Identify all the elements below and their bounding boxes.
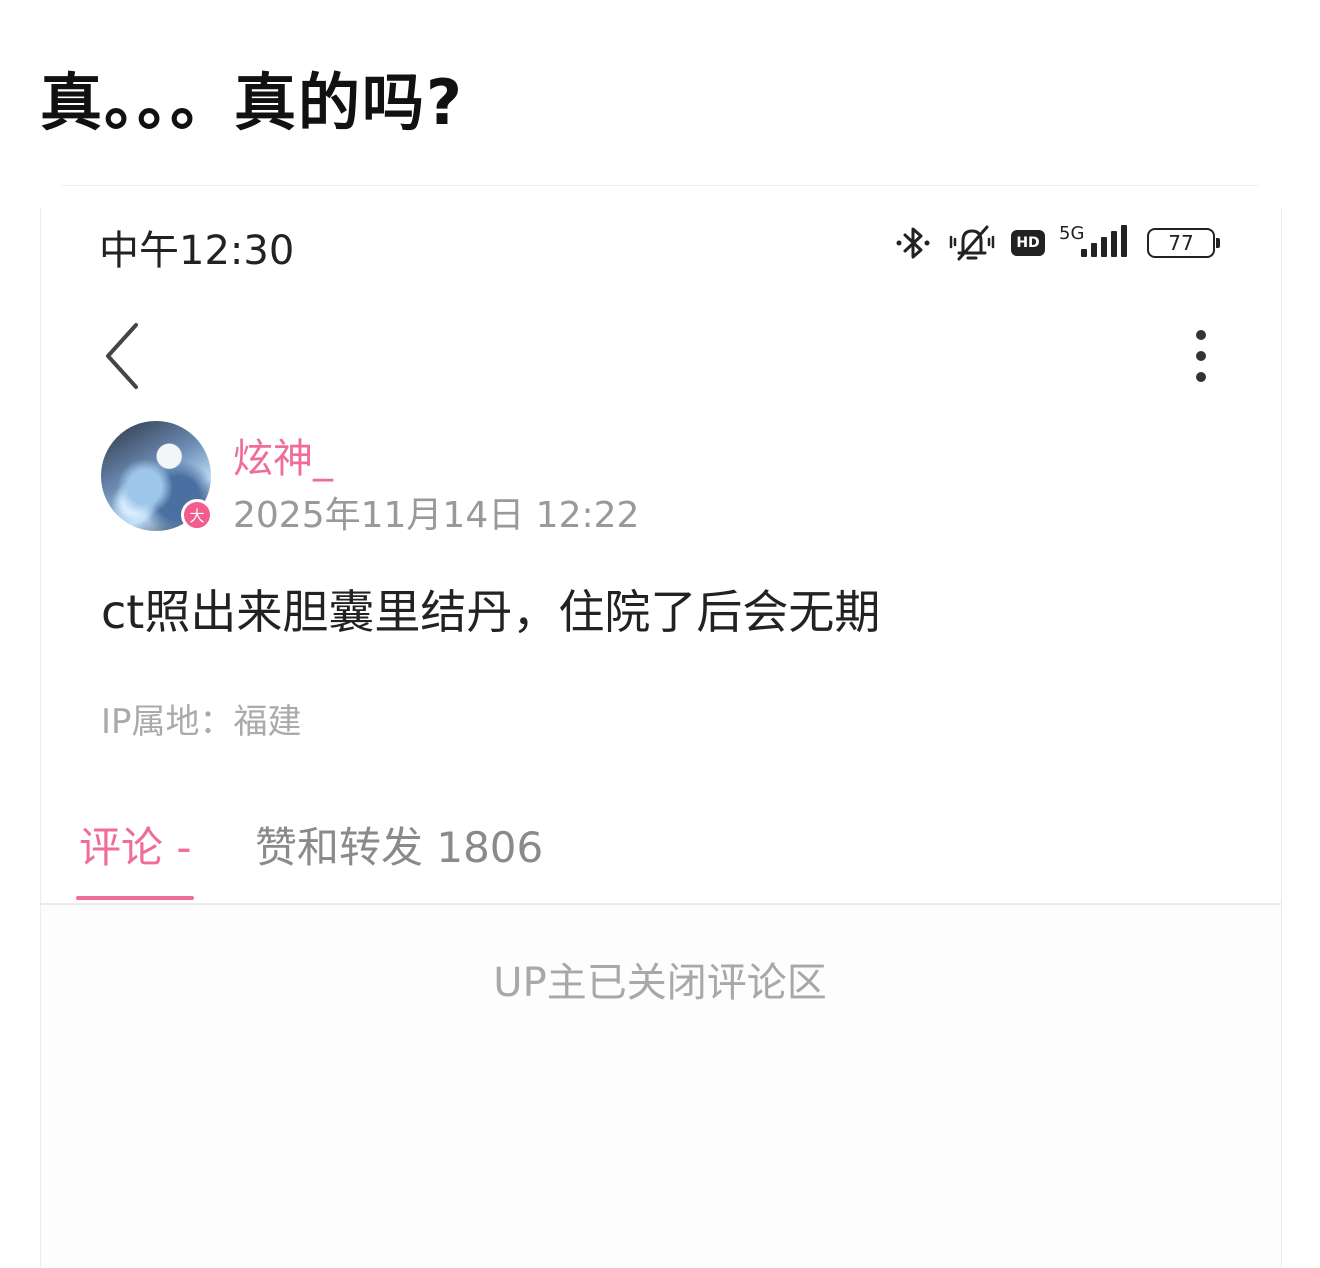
author-name[interactable]: 炫神_	[233, 426, 333, 484]
more-dot	[1196, 372, 1206, 382]
signal-icon: 5G	[1059, 223, 1133, 263]
more-dot	[1196, 351, 1206, 361]
post-title: 真。。。真的吗?	[40, 66, 464, 139]
divider	[62, 185, 1258, 186]
back-button[interactable]	[97, 320, 147, 392]
status-time: 中午12:30	[99, 228, 295, 274]
ip-location: IP属地：福建	[101, 702, 302, 742]
mute-icon	[947, 223, 997, 263]
status-icons: HD 5G 77	[893, 220, 1220, 266]
tab-comments[interactable]: 评论 -	[79, 814, 192, 875]
avatar[interactable]: 大	[101, 421, 213, 531]
tab-likes-shares[interactable]: 赞和转发 1806	[255, 814, 543, 875]
tab-indicator	[76, 896, 194, 900]
bluetooth-icon	[893, 223, 933, 263]
more-button[interactable]	[1181, 326, 1221, 386]
chevron-left-icon	[106, 323, 138, 389]
battery-icon: 77	[1147, 228, 1220, 258]
avatar-badge: 大	[181, 499, 213, 531]
post-timestamp: 2025年11月14日 12:22	[233, 495, 640, 536]
more-dot	[1196, 330, 1206, 340]
hd-icon: HD	[1011, 230, 1045, 256]
comments-closed-message: UP主已关闭评论区	[493, 960, 827, 1006]
post-content: ct照出来胆囊里结丹，住院了后会无期	[101, 585, 881, 639]
phone-screenshot: 中午12:30 HD 5G 77 大 炫神_ 2025年11月14日 12:22…	[40, 208, 1282, 1268]
